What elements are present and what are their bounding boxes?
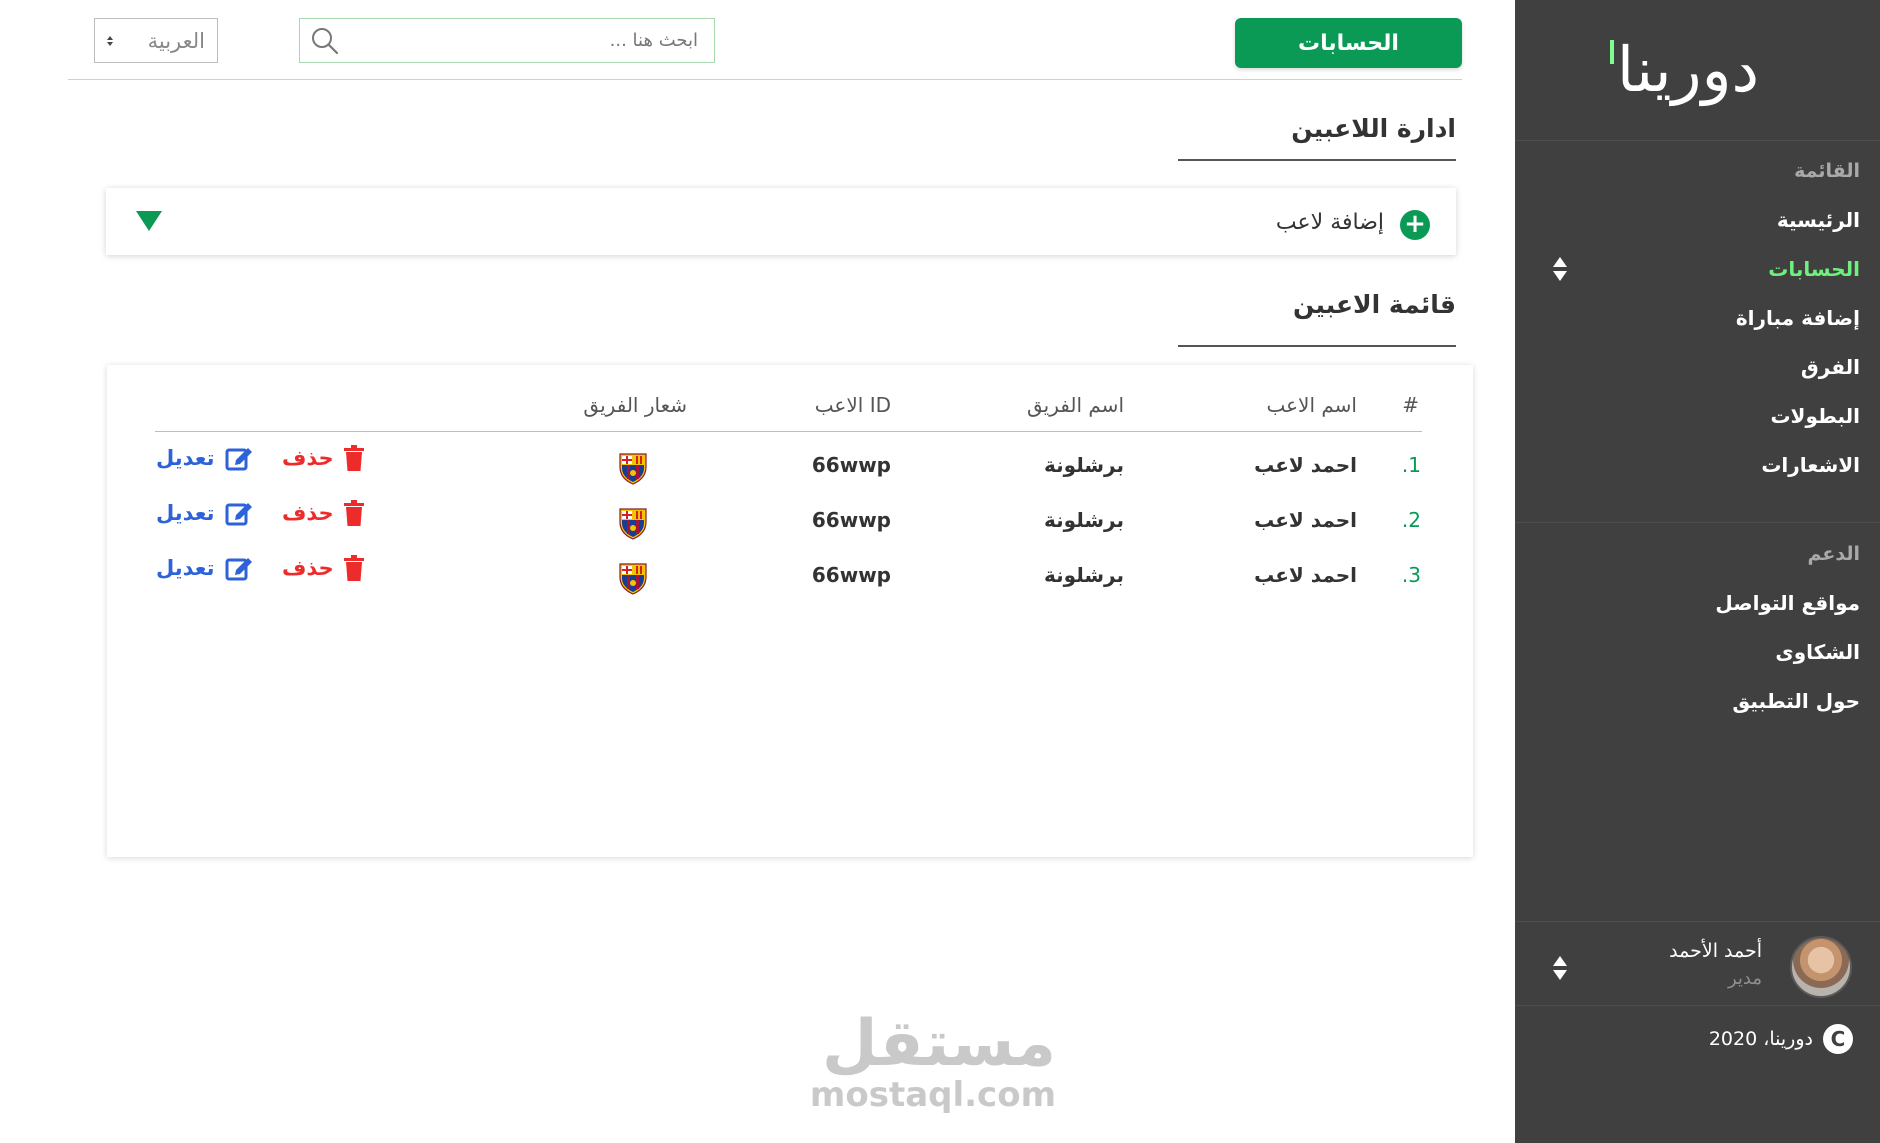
player-name: احمد لاعب [1254, 453, 1357, 477]
arrow-down-icon [1553, 271, 1567, 281]
delete-button[interactable]: حذف [282, 500, 364, 526]
trash-icon [343, 445, 364, 471]
sidebar-item-add-match[interactable]: إضافة مباراة [1736, 306, 1860, 330]
header-index: # [1402, 393, 1419, 417]
sidebar: دورينا القائمة الرئيسية الحسابات إضافة م… [1515, 0, 1880, 1143]
accounts-expand-icon[interactable] [1551, 253, 1569, 285]
search-input[interactable] [350, 19, 714, 62]
delete-label: حذف [282, 446, 334, 470]
app-logo[interactable]: دورينا [1608, 30, 1768, 110]
header-player-id: ID الاعب [814, 393, 891, 417]
trash-icon [343, 500, 364, 526]
menu-section-title: القائمة [1794, 160, 1860, 182]
sidebar-divider [1515, 1005, 1880, 1006]
sidebar-divider [1515, 522, 1880, 523]
select-arrows-icon [107, 35, 113, 46]
delete-button[interactable]: حذف [282, 555, 364, 581]
title-underline [1178, 345, 1456, 347]
row-index: 3. [1401, 563, 1421, 587]
sidebar-item-accounts[interactable]: الحسابات [1768, 257, 1860, 281]
page-title: ادارة اللاعبين [1291, 114, 1456, 143]
user-role: مدير [1727, 968, 1762, 989]
delete-label: حذف [282, 501, 334, 525]
sidebar-item-teams[interactable]: الفرق [1801, 355, 1860, 379]
row-index: 2. [1401, 508, 1421, 532]
language-select[interactable]: العربية [94, 18, 218, 63]
edit-button[interactable]: تعديل [156, 445, 253, 471]
app-logo-text: دورينا [1616, 33, 1760, 106]
sidebar-item-notifications[interactable]: الاشعارات [1761, 453, 1860, 477]
user-profile[interactable]: أحمد الأحمد مدير [1515, 922, 1880, 1006]
accounts-button[interactable]: الحسابات [1235, 18, 1462, 68]
edit-button[interactable]: تعديل [156, 500, 253, 526]
edit-icon [225, 558, 252, 581]
arrow-down-icon [1553, 970, 1567, 980]
support-section-title: الدعم [1807, 543, 1860, 565]
row-index: 1. [1401, 453, 1421, 477]
fc-barcelona-crest-icon [619, 508, 647, 540]
edit-icon [225, 503, 252, 526]
add-player-label: إضافة لاعب [1275, 210, 1384, 235]
search-icon[interactable] [300, 19, 350, 62]
player-id: 66wwp [811, 453, 891, 477]
sidebar-item-complaints[interactable]: الشكاوى [1775, 640, 1860, 664]
edit-label: تعديل [156, 501, 215, 525]
player-name: احمد لاعب [1254, 563, 1357, 587]
sidebar-item-home[interactable]: الرئيسية [1777, 208, 1860, 232]
players-table: # اسم الاعب اسم الفريق ID الاعب شعار الف… [107, 365, 1473, 857]
edit-icon [225, 448, 252, 471]
delete-label: حذف [282, 556, 334, 580]
user-name: أحمد الأحمد [1669, 940, 1762, 962]
sidebar-divider [1515, 140, 1880, 141]
trash-icon [343, 555, 364, 581]
watermark-arabic: مستقل [821, 1007, 1056, 1081]
caret-down-icon[interactable] [136, 211, 162, 231]
sidebar-item-social[interactable]: مواقع التواصل [1715, 591, 1860, 615]
copyright-icon: C [1823, 1024, 1853, 1054]
edit-label: تعديل [156, 446, 215, 470]
header-team-name: اسم الفريق [1026, 393, 1124, 417]
team-name: برشلونة [1044, 508, 1124, 532]
copyright: C دورينا، 2020 [1709, 1024, 1853, 1054]
title-underline [1178, 159, 1456, 161]
logo-accent-bar [1610, 40, 1614, 64]
player-name: احمد لاعب [1254, 508, 1357, 532]
edit-label: تعديل [156, 556, 215, 580]
team-name: برشلونة [1044, 563, 1124, 587]
fc-barcelona-crest-icon [619, 453, 647, 485]
fc-barcelona-crest-icon [619, 563, 647, 595]
plus-circle-icon: + [1400, 210, 1430, 240]
table-header-divider [155, 431, 1422, 432]
add-player-panel[interactable]: + إضافة لاعب [106, 188, 1456, 255]
sidebar-item-about[interactable]: حول التطبيق [1732, 689, 1860, 713]
header-team-logo: شعار الفريق [583, 393, 687, 417]
section-title-player-list: قائمة الاعبين [1293, 290, 1456, 319]
user-menu-toggle-icon[interactable] [1551, 952, 1569, 984]
watermark-latin: mostaql.com [809, 1075, 1056, 1115]
edit-button[interactable]: تعديل [156, 555, 253, 581]
player-id: 66wwp [811, 563, 891, 587]
team-name: برشلونة [1044, 453, 1124, 477]
header-divider [68, 79, 1462, 80]
header-player-name: اسم الاعب [1266, 393, 1357, 417]
sidebar-item-tournaments[interactable]: البطولات [1770, 404, 1860, 428]
language-selected: العربية [147, 28, 205, 53]
arrow-up-icon [1553, 956, 1567, 966]
delete-button[interactable]: حذف [282, 445, 364, 471]
watermark: مستقل mostaql.com [809, 1007, 1056, 1115]
arrow-up-icon [1553, 257, 1567, 267]
avatar [1790, 936, 1852, 998]
copyright-text: دورينا، 2020 [1708, 1028, 1813, 1050]
search-box [299, 18, 715, 63]
player-id: 66wwp [811, 508, 891, 532]
